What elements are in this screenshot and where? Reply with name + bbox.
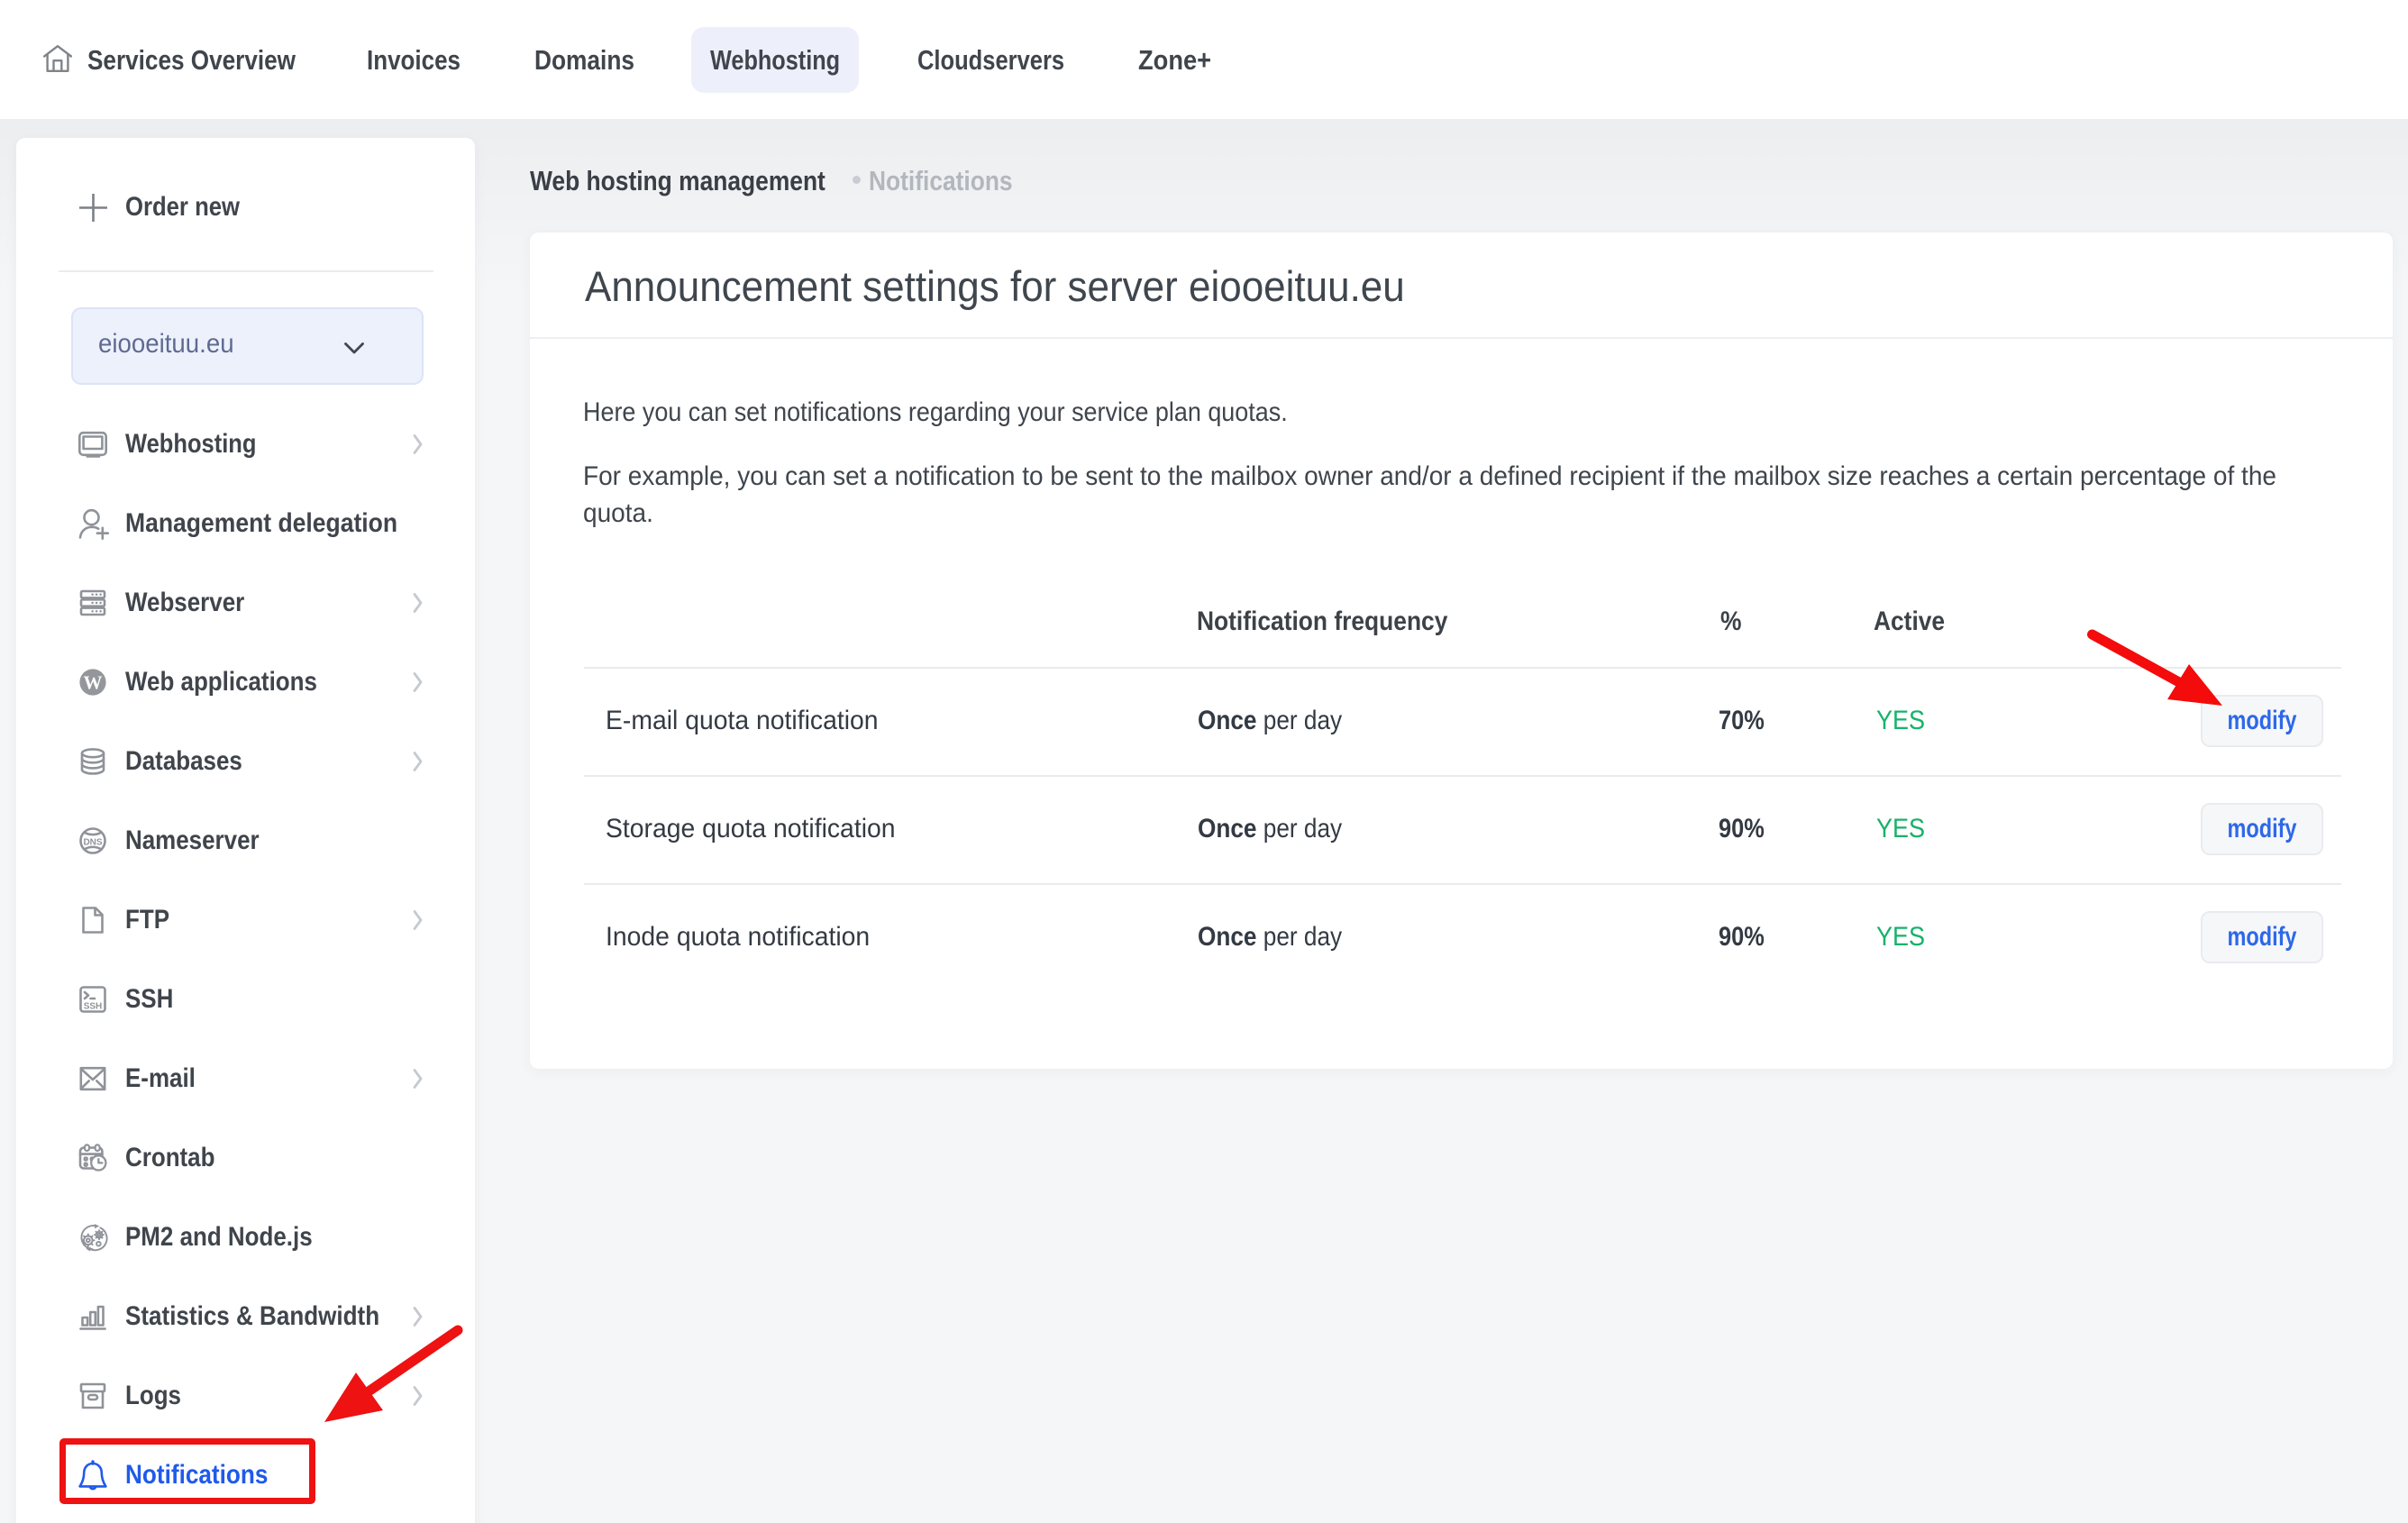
svg-text:DNS: DNS [83, 838, 102, 848]
svg-text:SSH: SSH [84, 1002, 103, 1012]
svg-text:W: W [84, 672, 103, 694]
